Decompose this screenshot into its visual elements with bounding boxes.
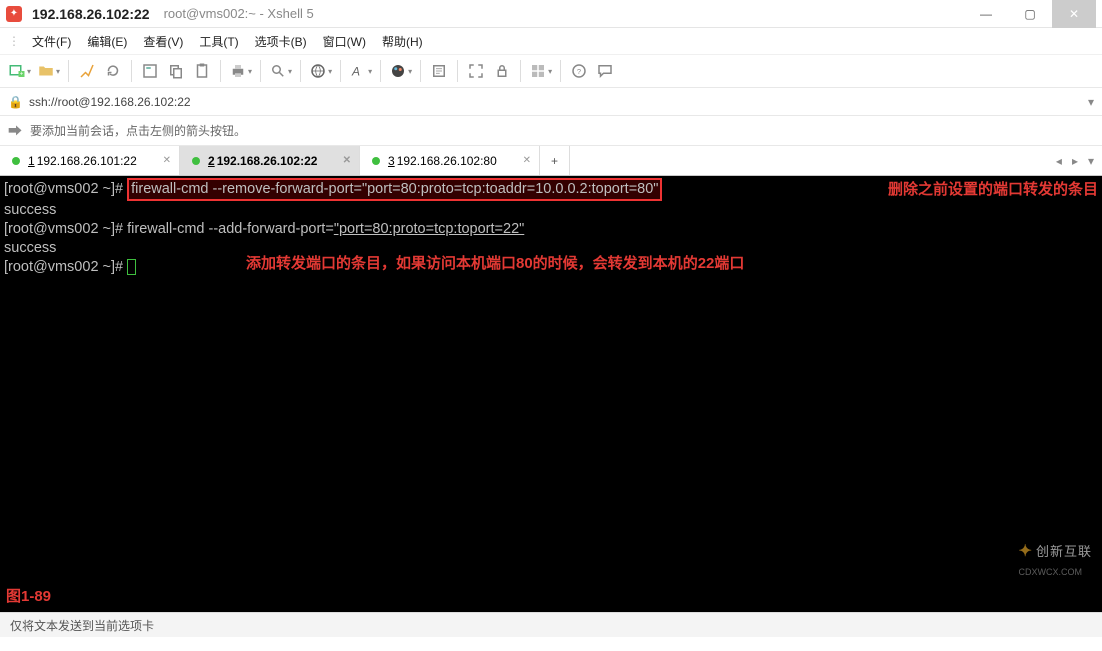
status-text: 仅将文本发送到当前选项卡 bbox=[10, 617, 154, 634]
watermark: ✦ 创新互联 CDXWCX.COM bbox=[1019, 542, 1092, 582]
command-add-forward-a: firewall-cmd --add-forward-port= bbox=[127, 221, 334, 237]
window-title-sub: root@vms002:~ - Xshell 5 bbox=[164, 6, 314, 21]
tab-list-icon[interactable]: ▾ bbox=[1088, 154, 1094, 168]
fullscreen-button[interactable] bbox=[464, 58, 488, 84]
menu-tools[interactable]: 工具(T) bbox=[191, 30, 246, 53]
script-button[interactable] bbox=[427, 58, 451, 84]
toolbar-sep bbox=[300, 60, 301, 82]
toolbar-sep bbox=[520, 60, 521, 82]
annotation-right: 删除之前设置的端口转发的条目 bbox=[888, 180, 1098, 200]
info-arrow-icon[interactable]: ⮕ bbox=[8, 121, 22, 141]
layout-button[interactable] bbox=[527, 58, 554, 84]
session-tab-2[interactable]: 2 192.168.26.102:22 ✕ bbox=[180, 146, 360, 175]
menu-window[interactable]: 窗口(W) bbox=[315, 30, 374, 53]
command-add-forward-b: "port=80:proto=tcp:toport=22" bbox=[334, 221, 524, 237]
toolbar: + A ? bbox=[0, 54, 1102, 88]
tab-close-icon[interactable]: ✕ bbox=[523, 155, 531, 166]
lock-icon: 🔒 bbox=[8, 95, 23, 109]
new-tab-button[interactable]: + bbox=[540, 146, 570, 175]
tab-label: 192.168.26.101:22 bbox=[37, 154, 137, 168]
svg-text:A: A bbox=[351, 65, 360, 79]
color-scheme-button[interactable] bbox=[387, 58, 414, 84]
watermark-sub: CDXWCX.COM bbox=[1019, 567, 1083, 577]
minimize-button[interactable]: — bbox=[964, 0, 1008, 28]
app-icon: ✦ bbox=[6, 6, 22, 22]
watermark-logo-icon: ✦ bbox=[1019, 543, 1032, 560]
print-button[interactable] bbox=[227, 58, 254, 84]
menubar-grip-icon: ⋮ bbox=[8, 34, 20, 48]
shell-prompt: [root@vms002 ~]# bbox=[4, 259, 127, 275]
new-session-button[interactable]: + bbox=[6, 58, 33, 84]
session-tabbar: 1 192.168.26.101:22 ✕ 2 192.168.26.102:2… bbox=[0, 146, 1102, 176]
terminal-cursor bbox=[127, 259, 136, 275]
tab-navigation: ◂ ▸ ▾ bbox=[1048, 146, 1102, 175]
toolbar-sep bbox=[220, 60, 221, 82]
tab-prefix: 1 bbox=[28, 154, 35, 168]
toolbar-sep bbox=[380, 60, 381, 82]
command-remove-forward: firewall-cmd --remove-forward-port="port… bbox=[131, 181, 658, 197]
menubar: ⋮ 文件(F) 编辑(E) 查看(V) 工具(T) 选项卡(B) 窗口(W) 帮… bbox=[0, 28, 1102, 54]
maximize-button[interactable]: ▢ bbox=[1008, 0, 1052, 28]
connect-button[interactable] bbox=[75, 58, 99, 84]
window-titlebar: ✦ 192.168.26.102:22 root@vms002:~ - Xshe… bbox=[0, 0, 1102, 28]
watermark-brand: 创新互联 bbox=[1036, 544, 1092, 559]
font-button[interactable]: A bbox=[347, 58, 374, 84]
window-title-main: 192.168.26.102:22 bbox=[32, 6, 150, 22]
toolbar-sep bbox=[131, 60, 132, 82]
lock-button[interactable] bbox=[490, 58, 514, 84]
menu-view[interactable]: 查看(V) bbox=[135, 30, 191, 53]
tab-next-icon[interactable]: ▸ bbox=[1072, 154, 1078, 168]
terminal-pane[interactable]: [root@vms002 ~]# firewall-cmd --remove-f… bbox=[0, 176, 1102, 612]
reconnect-button[interactable] bbox=[101, 58, 125, 84]
toolbar-sep bbox=[560, 60, 561, 82]
feedback-button[interactable] bbox=[593, 58, 617, 84]
tab-close-icon[interactable]: ✕ bbox=[343, 155, 351, 166]
svg-text:+: + bbox=[20, 72, 24, 78]
find-button[interactable] bbox=[267, 58, 294, 84]
toolbar-sep bbox=[420, 60, 421, 82]
tab-prefix: 3 bbox=[388, 154, 395, 168]
status-dot-icon bbox=[192, 157, 200, 165]
menu-edit[interactable]: 编辑(E) bbox=[79, 30, 135, 53]
svg-text:?: ? bbox=[577, 67, 581, 76]
address-text: ssh://root@192.168.26.102:22 bbox=[29, 95, 1082, 109]
output-success: success bbox=[4, 201, 1098, 220]
info-bar: ⮕ 要添加当前会话，点击左侧的箭头按钮。 bbox=[0, 116, 1102, 146]
session-tab-3[interactable]: 3 192.168.26.102:80 ✕ bbox=[360, 146, 540, 175]
annotation-middle: 添加转发端口的条目，如果访问本机端口80的时候，会转发到本机的22端口 bbox=[246, 254, 744, 273]
properties-button[interactable] bbox=[138, 58, 162, 84]
shell-prompt: [root@vms002 ~]# bbox=[4, 181, 127, 197]
close-button[interactable]: ✕ bbox=[1052, 0, 1096, 28]
highlight-box-remove: firewall-cmd --remove-forward-port="port… bbox=[127, 178, 662, 201]
tab-prev-icon[interactable]: ◂ bbox=[1056, 154, 1062, 168]
toolbar-sep bbox=[457, 60, 458, 82]
toolbar-sep bbox=[68, 60, 69, 82]
tab-label: 192.168.26.102:22 bbox=[217, 154, 318, 168]
tab-close-icon[interactable]: ✕ bbox=[163, 155, 171, 166]
paste-button[interactable] bbox=[190, 58, 214, 84]
encoding-button[interactable] bbox=[307, 58, 334, 84]
copy-button[interactable] bbox=[164, 58, 188, 84]
menu-help[interactable]: 帮助(H) bbox=[374, 30, 431, 53]
address-bar[interactable]: 🔒 ssh://root@192.168.26.102:22 ▾ bbox=[0, 88, 1102, 116]
shell-prompt: [root@vms002 ~]# bbox=[4, 221, 127, 237]
status-bar: 仅将文本发送到当前选项卡 bbox=[0, 612, 1102, 637]
chevron-down-icon[interactable]: ▾ bbox=[1088, 95, 1094, 109]
figure-label: 图1-89 bbox=[6, 587, 51, 606]
toolbar-sep bbox=[260, 60, 261, 82]
session-tab-1[interactable]: 1 192.168.26.101:22 ✕ bbox=[0, 146, 180, 175]
status-dot-icon bbox=[372, 157, 380, 165]
help-button[interactable]: ? bbox=[567, 58, 591, 84]
tab-prefix: 2 bbox=[208, 154, 215, 168]
open-button[interactable] bbox=[35, 58, 62, 84]
info-text: 要添加当前会话，点击左侧的箭头按钮。 bbox=[30, 122, 246, 139]
toolbar-sep bbox=[340, 60, 341, 82]
menu-tabs[interactable]: 选项卡(B) bbox=[247, 30, 315, 53]
menu-file[interactable]: 文件(F) bbox=[24, 30, 79, 53]
tab-label: 192.168.26.102:80 bbox=[397, 154, 497, 168]
status-dot-icon bbox=[12, 157, 20, 165]
